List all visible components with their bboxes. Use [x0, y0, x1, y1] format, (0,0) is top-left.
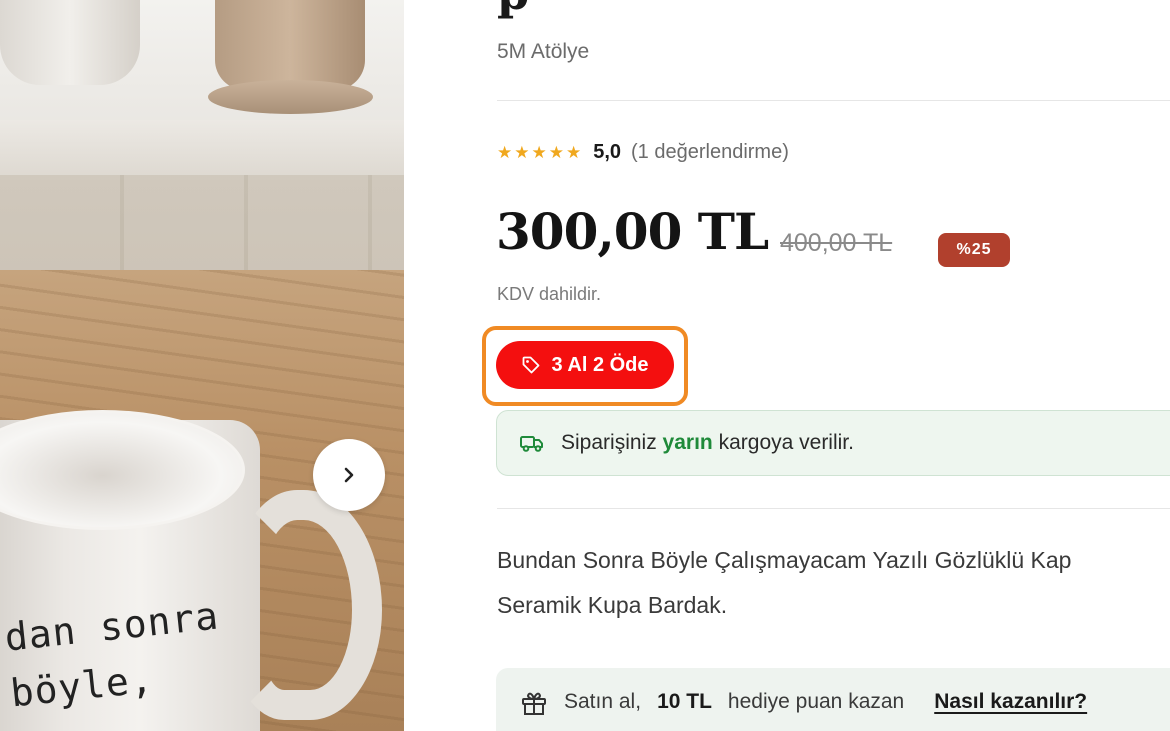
truck-icon — [520, 436, 543, 452]
gift-icon — [522, 692, 546, 715]
photo-windowsill — [0, 120, 404, 180]
mug-text-line2: böyle, — [8, 656, 156, 716]
description-line2: Seramik Kupa Bardak. — [497, 592, 728, 618]
photo-pot-saucer — [208, 80, 373, 114]
rating-row[interactable]: ★★★★★ 5,0 (1 değerlendirme) — [497, 141, 789, 164]
shipping-text: Siparişiniz yarın kargoya verilir. — [561, 431, 854, 455]
product-page: dan sonra böyle, p 5M Atölye ★★★★★ 5,0 (… — [0, 0, 1170, 731]
brand-name[interactable]: 5M Atölye — [497, 40, 589, 64]
description-line1: Bundan Sonra Böyle Çalışmayacam Yazılı G… — [497, 547, 1072, 573]
gallery-next-button[interactable] — [313, 439, 385, 511]
promo-label: 3 Al 2 Öde — [551, 353, 649, 376]
current-price: 300,00 TL — [496, 202, 769, 261]
vat-note: KDV dahildir. — [497, 284, 602, 304]
old-price: 400,00 TL — [780, 229, 893, 257]
product-description: Bundan Sonra Böyle Çalışmayacam Yazılı G… — [497, 538, 1170, 628]
points-suffix: hediye puan kazan — [727, 690, 905, 713]
rating-count: (1 değerlendirme) — [631, 141, 789, 163]
points-amount: 10 TL — [657, 690, 712, 713]
mug-printed-text: dan sonra böyle, — [2, 588, 227, 722]
star-rating-icon: ★★★★★ — [497, 142, 584, 162]
product-title: p — [497, 0, 529, 20]
shipping-prefix: Siparişiniz — [561, 431, 657, 454]
shipping-info-box: Siparişiniz yarın kargoya verilir. — [496, 410, 1170, 476]
shipping-highlight: yarın — [662, 431, 713, 454]
points-info-box: Satın al, 10 TL hediye puan kazan Nasıl … — [496, 668, 1170, 731]
tag-icon — [523, 356, 540, 374]
divider — [497, 100, 1170, 101]
promo-badge[interactable]: 3 Al 2 Öde — [496, 341, 674, 389]
rating-value: 5,0 — [593, 141, 622, 163]
photo-wall-bricks — [0, 175, 404, 285]
shipping-suffix: kargoya verilir. — [718, 431, 854, 454]
photo-pot-terracotta — [215, 0, 365, 90]
photo-pot-white — [0, 0, 140, 85]
chevron-right-icon — [344, 467, 354, 483]
points-how-link[interactable]: Nasıl kazanılır? — [934, 690, 1087, 714]
product-image[interactable]: dan sonra böyle, — [0, 0, 404, 731]
divider — [497, 508, 1170, 509]
points-prefix: Satın al, — [564, 690, 642, 713]
discount-badge: %25 — [938, 233, 1010, 267]
